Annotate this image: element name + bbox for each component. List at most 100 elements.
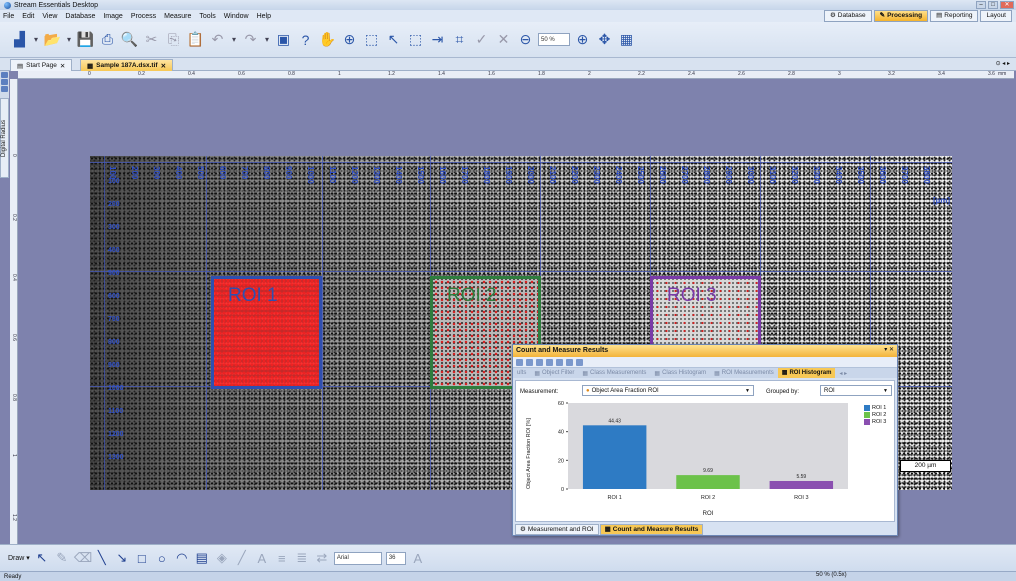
menu-database[interactable]: Database: [65, 13, 95, 20]
redo-icon[interactable]: ↷: [241, 30, 260, 49]
close-icon[interactable]: ✕: [1000, 1, 1014, 9]
select-icon[interactable]: [516, 358, 523, 366]
select-rect-icon[interactable]: ⬚: [362, 30, 381, 49]
minimize-icon[interactable]: –: [976, 1, 986, 9]
edit-points-icon[interactable]: ✎: [54, 550, 70, 566]
print-icon[interactable]: ⎙: [98, 30, 117, 49]
text-box-icon[interactable]: ▤: [194, 550, 210, 566]
dropdown-arrow-icon[interactable]: ▾: [65, 30, 73, 49]
fill-color-icon[interactable]: ◈: [214, 550, 230, 566]
dropdown-arrow-icon[interactable]: ▾: [32, 30, 40, 49]
mode-database[interactable]: ⚙ Database: [823, 10, 872, 22]
zoom-out-icon[interactable]: ⊖: [516, 30, 535, 49]
tab-sample-image[interactable]: ▦ Sample 187A.dsx.tif ✕: [80, 59, 174, 71]
font-size-field[interactable]: 36: [385, 551, 406, 565]
zoom-level-field[interactable]: 50 %: [538, 33, 570, 46]
draw-menu-button[interactable]: Draw ▾: [8, 554, 30, 562]
side-dock-tab[interactable]: Digital Radius: [0, 98, 9, 178]
undo-icon[interactable]: ↶: [208, 30, 227, 49]
panel-title[interactable]: Count and Measure Results: [513, 345, 897, 357]
menu-window[interactable]: Window: [224, 13, 249, 20]
pointer-icon[interactable]: ↖: [384, 30, 403, 49]
chart-icon[interactable]: [546, 358, 553, 366]
bar-roi-1[interactable]: [582, 425, 647, 489]
tab-roi-histogram[interactable]: ▦ ROI Histogram: [777, 368, 836, 378]
bar-value-label: 9.69: [703, 468, 713, 474]
tab-class-histogram[interactable]: ▦ Class Histogram: [650, 370, 710, 377]
line-width-icon[interactable]: ≡: [274, 551, 290, 566]
tab-roi-measurements[interactable]: ▦ ROI Measurements: [710, 370, 778, 377]
ellipse-icon[interactable]: ○: [154, 551, 170, 566]
reject-icon[interactable]: ✕: [494, 30, 513, 49]
menu-process[interactable]: Process: [131, 13, 156, 20]
tool-icon[interactable]: [1, 79, 8, 85]
open-folder-icon[interactable]: 📂: [43, 30, 62, 49]
marquee-icon[interactable]: ⬚: [406, 30, 425, 49]
help-icon[interactable]: ?: [296, 30, 315, 49]
eraser-icon[interactable]: ⌫: [74, 550, 92, 566]
panel-controls[interactable]: ▾ ✕: [884, 346, 894, 353]
bar-roi-2[interactable]: [676, 475, 740, 489]
print-preview-icon[interactable]: 🔍: [120, 30, 139, 49]
export-icon[interactable]: [556, 358, 563, 366]
tab-close-icon[interactable]: ✕: [161, 62, 166, 70]
maximize-icon[interactable]: □: [988, 1, 998, 9]
tool-icon[interactable]: [1, 86, 8, 92]
font-style-icon[interactable]: A: [410, 551, 426, 566]
menu-view[interactable]: View: [42, 13, 57, 20]
mode-layout[interactable]: Layout: [980, 10, 1012, 22]
grouped-by-select[interactable]: ROI ▼: [820, 385, 892, 396]
menu-measure[interactable]: Measure: [164, 13, 191, 20]
rectangle-icon[interactable]: □: [134, 551, 150, 566]
paste-icon[interactable]: 📋: [186, 30, 205, 49]
bar-roi-3[interactable]: [769, 480, 834, 489]
excel-icon[interactable]: [566, 358, 573, 366]
line-color-icon[interactable]: ╱: [234, 550, 250, 566]
line-icon[interactable]: ╲: [94, 550, 110, 566]
tab-close-icon[interactable]: ✕: [60, 62, 65, 70]
tab-count-measure-results[interactable]: ▦ Count and Measure Results: [599, 524, 704, 535]
line-style-icon[interactable]: ≣: [294, 550, 310, 566]
tab-scroll-arrows-icon[interactable]: ⊙ ◂ ▸: [996, 60, 1010, 67]
fit-icon[interactable]: ✥: [595, 30, 614, 49]
zoom-icon[interactable]: [536, 358, 543, 366]
arrow-icon[interactable]: ↘: [114, 550, 130, 566]
pan-hand-icon[interactable]: ✋: [318, 30, 337, 49]
tab-object-filter[interactable]: ▦ Object Filter: [530, 370, 578, 377]
roi-1-region[interactable]: ROI 1: [211, 276, 322, 389]
tab-measurement-roi[interactable]: ⚙ Measurement and ROI: [515, 524, 599, 535]
mode-processing[interactable]: ✎ Processing: [873, 10, 929, 22]
tab-results[interactable]: ults: [513, 370, 530, 376]
mode-reporting[interactable]: ▤ Reporting: [930, 10, 979, 22]
zoom-in-icon[interactable]: ⊕: [573, 30, 592, 49]
crop-icon[interactable]: ⌗: [450, 30, 469, 49]
copy-icon[interactable]: [576, 358, 583, 366]
menu-file[interactable]: File: [3, 13, 14, 20]
accept-icon[interactable]: ✓: [472, 30, 491, 49]
copy-icon[interactable]: ⎘: [164, 30, 183, 49]
menu-help[interactable]: Help: [257, 13, 271, 20]
tab-start-page[interactable]: ▤ Start Page ✕: [10, 59, 73, 71]
dropdown-arrow-icon[interactable]: ▾: [263, 30, 271, 49]
zoom-tool-icon[interactable]: ⊕: [340, 30, 359, 49]
image-view-icon[interactable]: ▣: [274, 30, 293, 49]
filter-icon[interactable]: [526, 358, 533, 366]
freehand-icon[interactable]: ◠: [174, 550, 190, 566]
menu-tools[interactable]: Tools: [199, 13, 215, 20]
image-adjust-icon[interactable]: ▦: [617, 30, 636, 49]
font-color-icon[interactable]: A: [254, 551, 270, 566]
menu-image[interactable]: Image: [103, 13, 122, 20]
tab-class-measurements[interactable]: ▦ Class Measurements: [578, 370, 650, 377]
measurement-select[interactable]: ● Object Area Fraction ROI ▼: [582, 385, 754, 396]
new-icon[interactable]: ▟: [10, 30, 29, 49]
tool-icon[interactable]: [1, 72, 8, 78]
measure-tool-icon[interactable]: ⇥: [428, 30, 447, 49]
dropdown-arrow-icon[interactable]: ▾: [230, 30, 238, 49]
font-name-field[interactable]: Arial: [333, 551, 382, 565]
menu-edit[interactable]: Edit: [22, 13, 34, 20]
select-pointer-icon[interactable]: ↖: [34, 550, 50, 566]
save-icon[interactable]: 💾: [76, 30, 95, 49]
tab-scroll-icon[interactable]: ◂ ▸: [835, 370, 851, 377]
arrow-style-icon[interactable]: ⇄: [314, 550, 330, 566]
cut-icon[interactable]: ✂: [142, 30, 161, 49]
